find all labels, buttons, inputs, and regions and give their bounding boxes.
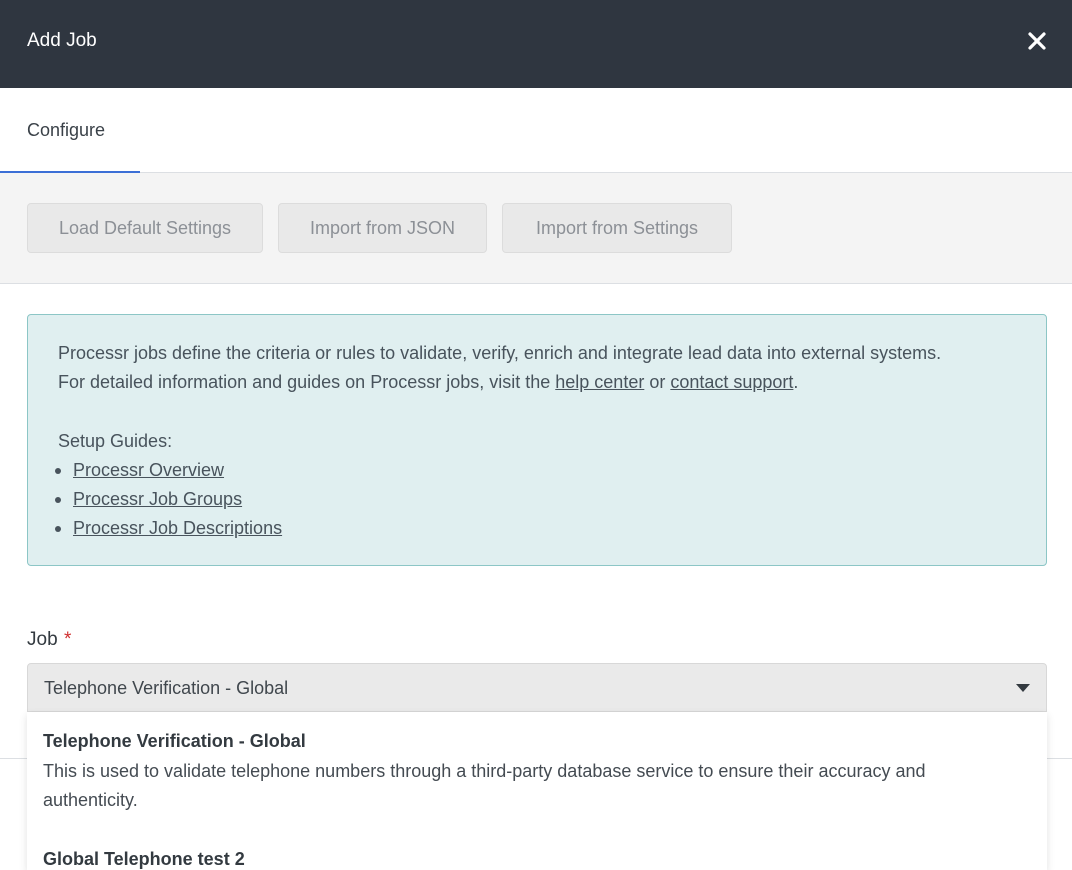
job-option-title: Global Telephone test 2 [43, 849, 245, 869]
required-indicator: * [64, 629, 72, 650]
job-dropdown-list: Telephone Verification - Global This is … [27, 712, 1047, 870]
tab-bar: Configure [0, 88, 1072, 174]
job-select[interactable]: Telephone Verification - Global [27, 663, 1047, 712]
info-description: Processr jobs define the criteria or rul… [58, 343, 942, 363]
processr-overview-link[interactable]: Processr Overview [73, 460, 224, 481]
tab-configure-label: Configure [27, 120, 106, 140]
info-help-prefix: For detailed information and guides on P… [58, 372, 556, 392]
info-panel: Processr jobs define the criteria or rul… [27, 314, 1047, 566]
import-from-json-button[interactable]: Import from JSON [278, 203, 487, 253]
modal-header: Add Job [0, 0, 1072, 88]
import-from-settings-button[interactable]: Import from Settings [502, 203, 732, 253]
job-field-label: Job [27, 629, 58, 650]
footer-divider [1046, 758, 1072, 759]
bullet-icon [55, 468, 61, 474]
job-option-title: Telephone Verification - Global [43, 731, 306, 751]
job-option[interactable]: Global Telephone test 2 [27, 830, 1047, 870]
job-option[interactable]: Telephone Verification - Global This is … [27, 712, 1047, 824]
bullet-icon [55, 526, 61, 532]
processr-job-groups-link[interactable]: Processr Job Groups [73, 489, 242, 510]
job-select-value: Telephone Verification - Global [44, 678, 289, 698]
bullet-icon [55, 497, 61, 503]
setup-guides-heading: Setup Guides: [58, 431, 173, 451]
footer-divider [0, 758, 27, 759]
job-option-description: This is used to validate telephone numbe… [43, 761, 926, 810]
settings-toolbar: Load Default Settings Import from JSON I… [0, 173, 1072, 284]
info-help-line: For detailed information and guides on P… [58, 372, 798, 393]
contact-support-link[interactable]: contact support [670, 372, 793, 392]
tab-configure[interactable]: Configure [0, 88, 140, 174]
processr-job-descriptions-link[interactable]: Processr Job Descriptions [73, 518, 282, 539]
modal-title: Add Job [27, 30, 97, 51]
load-default-settings-button[interactable]: Load Default Settings [27, 203, 263, 253]
info-help-suffix: . [793, 372, 799, 392]
info-help-or: or [644, 372, 671, 392]
close-icon[interactable] [1024, 28, 1050, 54]
caret-down-icon[interactable] [1016, 684, 1030, 692]
help-center-link[interactable]: help center [555, 372, 644, 392]
